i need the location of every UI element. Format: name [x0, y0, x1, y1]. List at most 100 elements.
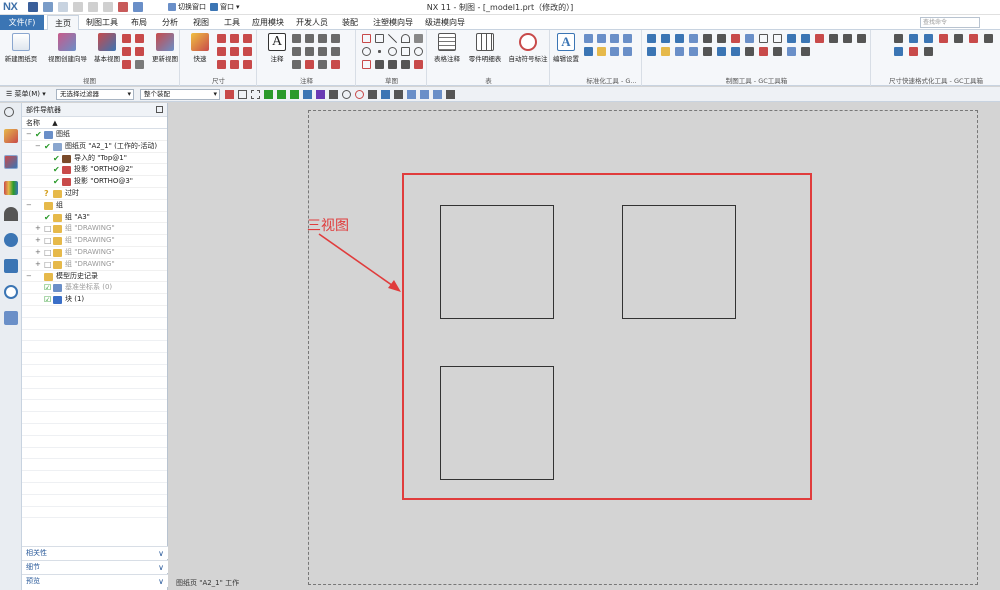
section-preview[interactable]: 预览 ∨: [22, 574, 168, 587]
selection-scope-select[interactable]: 整个装配: [140, 89, 220, 100]
pin-icon[interactable]: [156, 106, 163, 113]
expand-toggle-icon[interactable]: −: [26, 129, 32, 141]
tree-node[interactable]: − 组: [22, 200, 167, 212]
assembly-navigator-icon[interactable]: [4, 129, 18, 143]
tab-tools[interactable]: 工具: [218, 15, 246, 30]
tree-node[interactable]: + □ 组 "DRAWING": [22, 235, 167, 247]
tree-node[interactable]: ☑ 基准坐标系 (0): [22, 282, 167, 295]
tab-mold-wizard[interactable]: 注塑模向导: [369, 15, 417, 30]
tab-analysis[interactable]: 分析: [156, 15, 184, 30]
mirror-icon[interactable]: [401, 60, 410, 69]
tree-node[interactable]: + □ 组 "DRAWING": [22, 223, 167, 236]
arc-length-dim-icon[interactable]: [243, 47, 252, 56]
visibility-check-icon[interactable]: □: [44, 248, 52, 256]
gc-tool-icon[interactable]: [745, 47, 754, 56]
new-sheet-button[interactable]: 新建图纸页: [2, 33, 40, 63]
gc-tool-icon[interactable]: [787, 47, 796, 56]
std-tool-icon[interactable]: [610, 47, 619, 56]
snap-icon[interactable]: [316, 90, 325, 99]
section-details[interactable]: 细节 ∨: [22, 560, 168, 573]
trim-icon[interactable]: [375, 60, 384, 69]
view-tool-icon[interactable]: [122, 60, 131, 69]
target-point-icon[interactable]: [318, 47, 327, 56]
expand-toggle-icon[interactable]: +: [35, 235, 41, 247]
web-browser-icon[interactable]: [4, 233, 18, 247]
graphics-window[interactable]: 三视图 图纸页 "A2_1" 工作: [169, 103, 1000, 590]
visibility-check-icon[interactable]: ✔: [53, 178, 60, 186]
snap-icon[interactable]: [394, 90, 403, 99]
point-icon[interactable]: [378, 50, 381, 53]
selection-filter-select[interactable]: 无选择过滤器: [56, 89, 134, 100]
detail-view-icon[interactable]: [122, 47, 131, 56]
snap-icon[interactable]: [303, 90, 312, 99]
dim-format-icon[interactable]: [894, 34, 903, 43]
snap-icon[interactable]: [264, 90, 273, 99]
visibility-check-icon[interactable]: ✔: [35, 131, 42, 139]
radial-dim-icon[interactable]: [230, 34, 239, 43]
reuse-library-icon[interactable]: [4, 181, 18, 195]
perimeter-dim-icon[interactable]: [230, 60, 239, 69]
visibility-check-icon[interactable]: ✔: [44, 213, 51, 221]
more-sketch-icon[interactable]: [414, 34, 423, 43]
snap-icon[interactable]: [277, 90, 286, 99]
linear-dim-icon[interactable]: [217, 34, 226, 43]
surface-finish-icon[interactable]: [292, 47, 301, 56]
command-search-input[interactable]: 查找命令: [920, 17, 980, 28]
note-button[interactable]: A 注释: [258, 33, 296, 63]
gc-tool-icon[interactable]: [647, 47, 656, 56]
auto-balloon-button[interactable]: 自动符号标注: [506, 33, 550, 63]
gc-tool-icon[interactable]: [801, 47, 810, 56]
update-view-button[interactable]: 更新视图: [146, 33, 184, 63]
tree-node[interactable]: ☑ 块 (1): [22, 294, 167, 306]
rectangle-icon[interactable]: [375, 34, 384, 43]
tab-progressive-die-wizard[interactable]: 级进模向导: [421, 15, 469, 30]
gc-tool-icon[interactable]: [675, 34, 684, 43]
chamfer-dim-icon[interactable]: [217, 47, 226, 56]
snap-icon[interactable]: [290, 90, 299, 99]
view-icon[interactable]: [446, 90, 455, 99]
history-icon[interactable]: [4, 259, 18, 273]
gc-tool-icon[interactable]: [703, 47, 712, 56]
settings-gear-icon[interactable]: [4, 107, 14, 117]
extend-icon[interactable]: [388, 60, 397, 69]
std-tool-icon[interactable]: [597, 47, 606, 56]
tab-layout[interactable]: 布局: [125, 15, 153, 30]
feature-param-icon[interactable]: [243, 60, 252, 69]
selection-icon[interactable]: [225, 90, 234, 99]
gc-tool-icon[interactable]: [731, 34, 740, 43]
snap-icon[interactable]: [329, 90, 338, 99]
gc-tool-icon[interactable]: [689, 47, 698, 56]
gc-tool-icon[interactable]: [745, 34, 754, 43]
gc-tool-icon[interactable]: [717, 47, 726, 56]
tree-node[interactable]: + □ 组 "DRAWING": [22, 259, 167, 271]
tab-developer[interactable]: 开发人员: [293, 15, 331, 30]
projected-view-icon[interactable]: [122, 34, 131, 43]
front-view[interactable]: [440, 205, 554, 319]
base-view-button[interactable]: 基本视图: [88, 33, 126, 63]
visibility-check-icon[interactable]: ✔: [53, 166, 60, 174]
centerline-icon[interactable]: [292, 60, 301, 69]
gc-tool-icon[interactable]: [773, 34, 782, 43]
weld-symbol-icon[interactable]: [305, 47, 314, 56]
ordinate-dim-icon[interactable]: [217, 60, 226, 69]
view-icon[interactable]: [407, 90, 416, 99]
expand-toggle-icon[interactable]: +: [35, 223, 41, 235]
section-dependencies[interactable]: 相关性 ∨: [22, 546, 168, 559]
gc-tool-icon[interactable]: [801, 34, 810, 43]
column-header-name[interactable]: 名称 ▲: [22, 117, 167, 129]
tree-node[interactable]: − ✔ 图纸: [22, 129, 167, 141]
visibility-check-icon[interactable]: ?: [44, 189, 51, 197]
gc-tool-icon[interactable]: [717, 34, 726, 43]
view-icon[interactable]: [433, 90, 442, 99]
view-icon[interactable]: [420, 90, 429, 99]
tab-home[interactable]: 主页: [47, 15, 79, 30]
constraint-icon[interactable]: [414, 60, 423, 69]
visibility-check-icon[interactable]: ✔: [53, 154, 60, 162]
tree-node[interactable]: ✔ 导入的 "Top@1": [22, 153, 167, 165]
snap-icon[interactable]: [381, 90, 390, 99]
fillet-icon[interactable]: [362, 60, 371, 69]
dim-format-icon[interactable]: [909, 47, 918, 56]
role-icon[interactable]: [4, 311, 18, 325]
section-view-icon[interactable]: [135, 34, 144, 43]
tab-assembly[interactable]: 装配: [336, 15, 364, 30]
